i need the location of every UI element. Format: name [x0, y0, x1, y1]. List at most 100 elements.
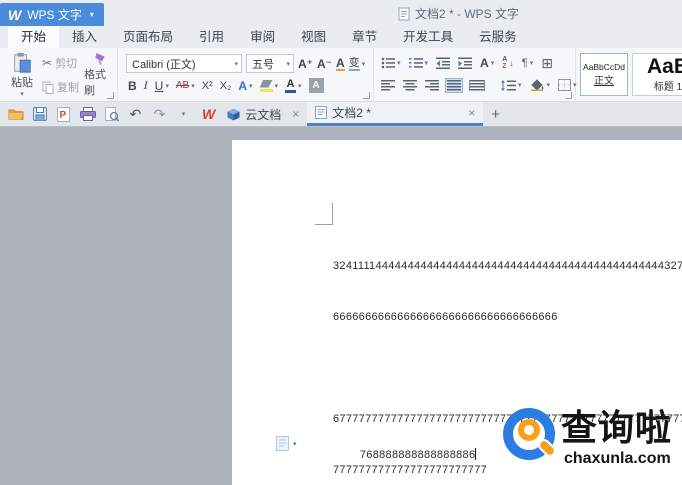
- tab-cloud-services[interactable]: 云服务: [466, 26, 530, 48]
- underline-button[interactable]: U ▾: [155, 79, 169, 93]
- distribute-button[interactable]: [468, 79, 486, 92]
- redo-button[interactable]: ↷: [151, 105, 168, 123]
- font-size-value: 五号: [252, 58, 274, 71]
- shading-button[interactable]: ▾: [529, 78, 552, 92]
- tab-developer[interactable]: 开发工具: [390, 26, 466, 48]
- tab-home[interactable]: 开始: [8, 26, 60, 48]
- line-spacing-button[interactable]: ▾: [500, 79, 523, 92]
- chevron-down-icon: ▾: [20, 91, 24, 98]
- align-center-button[interactable]: [402, 79, 418, 92]
- decrease-indent-icon: [436, 57, 451, 69]
- style-heading1[interactable]: AaB 标题 1: [632, 53, 682, 96]
- close-icon[interactable]: ×: [292, 107, 299, 121]
- text-effects-button[interactable]: A ▾: [238, 79, 252, 93]
- text-line[interactable]: [333, 360, 682, 377]
- chevron-down-icon: ▾: [191, 82, 195, 90]
- text-line[interactable]: 768888888888888886: [360, 449, 476, 461]
- bold-button[interactable]: B: [128, 79, 137, 93]
- align-left-button[interactable]: [380, 79, 396, 92]
- justify-icon: [447, 79, 461, 90]
- align-right-button[interactable]: [424, 79, 440, 92]
- clipboard-dialog-launcher[interactable]: [107, 92, 114, 99]
- export-pdf-button[interactable]: P: [55, 105, 72, 123]
- close-icon[interactable]: ×: [468, 106, 475, 120]
- subscript-button[interactable]: X₂: [220, 80, 232, 92]
- cut-button[interactable]: ✂ 剪切: [42, 55, 77, 71]
- highlight-color-button[interactable]: ▾: [259, 79, 278, 92]
- font-group: Calibri (正文) ▾ 五号 ▾ A⁺ A⁻ A 变 ▾ B I U ▾ …: [118, 48, 374, 101]
- increase-indent-button[interactable]: [457, 56, 473, 70]
- tab-review[interactable]: 审阅: [237, 26, 288, 48]
- tab-references[interactable]: 引用: [186, 26, 237, 48]
- grow-font-button[interactable]: A⁺: [298, 57, 313, 71]
- document-icon: [315, 106, 328, 119]
- pdf-icon: P: [57, 106, 70, 122]
- justify-button[interactable]: [445, 77, 463, 93]
- borders-icon: [558, 79, 572, 91]
- tab-document2-label: 文档2 *: [332, 106, 371, 120]
- copy-button[interactable]: 复制: [42, 79, 79, 95]
- wps-writer-window: W WPS 文字 ▾ 文档2 * - WPS 文字 开始 插入 页面布局 引用 …: [0, 0, 682, 485]
- tab-section[interactable]: 章节: [339, 26, 390, 48]
- highlighter-icon: [259, 79, 273, 92]
- text-line[interactable]: 66666666666666666666666666666666666: [333, 309, 682, 326]
- quick-access-toolbar: P ↶ ↷ ▾: [0, 105, 198, 123]
- scissors-icon: ✂: [42, 56, 53, 70]
- paragraph-dialog-launcher[interactable]: [565, 92, 572, 99]
- chaxunla-watermark: 查询啦 chaxunla.com: [501, 406, 682, 481]
- printer-icon: [79, 107, 96, 121]
- caret-text-line[interactable]: 768888888888888886: [333, 436, 477, 473]
- chevron-down-icon: ▾: [518, 82, 522, 89]
- font-family-select[interactable]: Calibri (正文) ▾: [126, 54, 242, 73]
- save-button[interactable]: [31, 105, 48, 123]
- numbering-button[interactable]: ▾: [408, 56, 430, 70]
- new-tab-button[interactable]: +: [483, 106, 508, 123]
- italic-button[interactable]: I: [144, 78, 148, 93]
- wps-app-menu-button[interactable]: W WPS 文字 ▾: [0, 3, 104, 26]
- style-normal[interactable]: AaBbCcDd 正文: [580, 53, 628, 96]
- chevron-down-icon: ▾: [293, 440, 297, 448]
- table-grid-button[interactable]: ⊞: [540, 55, 554, 71]
- borders-button[interactable]: ▾: [557, 78, 578, 92]
- paste-button[interactable]: 粘贴 ▾: [5, 52, 39, 98]
- chevron-down-icon: ▾: [490, 60, 495, 67]
- shrink-font-button[interactable]: A⁻: [317, 57, 332, 71]
- clipboard-icon: [14, 52, 31, 73]
- wps-home-button[interactable]: W: [198, 106, 219, 122]
- tab-document2[interactable]: 文档2 * ×: [307, 102, 484, 126]
- phonetic-guide-button[interactable]: 变 ▾: [348, 57, 365, 71]
- tab-cloud-docs[interactable]: 云文档 ×: [219, 102, 307, 126]
- text-cursor: [475, 448, 477, 460]
- save-floppy-icon: [32, 107, 47, 121]
- character-shading-button[interactable]: A: [308, 78, 324, 93]
- strikethrough-button[interactable]: AB ▾: [176, 80, 195, 91]
- text-line[interactable]: 3241111444444444444444444444444444444444…: [333, 258, 682, 275]
- font-color-button[interactable]: A ▾: [285, 78, 302, 93]
- chevron-down-icon: ▾: [298, 82, 302, 90]
- tab-page-layout[interactable]: 页面布局: [110, 26, 186, 48]
- tab-view[interactable]: 视图: [288, 26, 339, 48]
- watermark-domain: chaxunla.com: [564, 450, 671, 467]
- print-preview-button[interactable]: [103, 105, 120, 123]
- font-dialog-launcher[interactable]: [363, 92, 370, 99]
- document-tab-bar: P ↶ ↷ ▾ W 云文档 × 文档2 * × +: [0, 102, 682, 127]
- text-tools-button[interactable]: A ▾: [479, 55, 495, 71]
- print-button[interactable]: [79, 105, 96, 123]
- cut-label: 剪切: [55, 58, 78, 70]
- style-normal-preview: AaBbCcDd: [582, 62, 626, 72]
- open-button[interactable]: [7, 105, 24, 123]
- superscript-button[interactable]: X²: [202, 80, 213, 92]
- decrease-indent-button[interactable]: [435, 56, 451, 70]
- bullets-button[interactable]: ▾: [380, 56, 402, 70]
- undo-button[interactable]: ↶: [127, 105, 144, 123]
- font-size-select[interactable]: 五号 ▾: [246, 54, 294, 73]
- qat-more-button[interactable]: ▾: [175, 105, 192, 123]
- sort-button[interactable]: A Z ↓: [501, 55, 515, 71]
- style-normal-name: 正文: [594, 76, 614, 87]
- ribbon-tabs: 开始 插入 页面布局 引用 审阅 视图 章节 开发工具 云服务: [0, 26, 682, 48]
- show-paragraph-marks-button[interactable]: ¶ ▾: [521, 56, 534, 70]
- tab-insert[interactable]: 插入: [59, 26, 110, 48]
- insert-page-button[interactable]: ▾: [276, 436, 297, 451]
- clear-formatting-button[interactable]: A: [336, 57, 345, 71]
- bullet-list-icon: [381, 57, 395, 69]
